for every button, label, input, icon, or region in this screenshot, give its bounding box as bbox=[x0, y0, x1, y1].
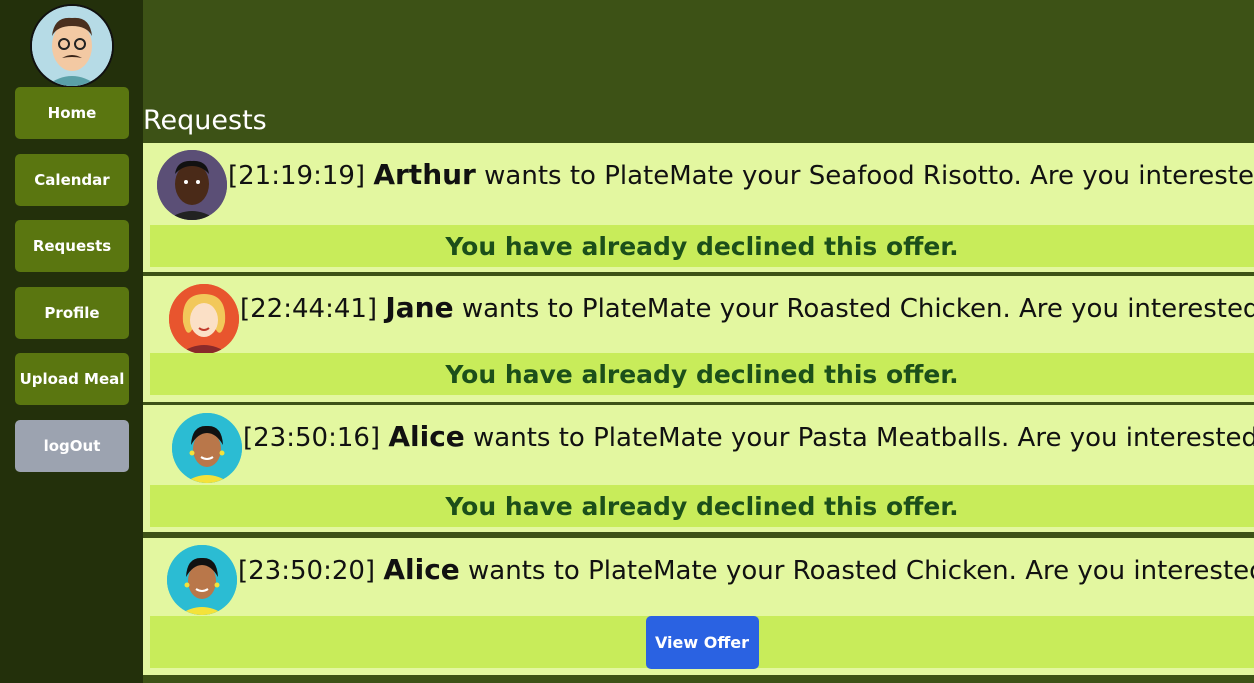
requester-avatar bbox=[172, 413, 242, 483]
declined-status: You have already declined this offer. bbox=[445, 231, 959, 261]
request-card: [23:50:20] Alice wants to PlateMate your… bbox=[143, 538, 1254, 675]
request-text: wants to PlateMate your Roasted Chicken.… bbox=[461, 294, 1254, 324]
request-text: wants to PlateMate your Pasta Meatballs.… bbox=[473, 423, 1254, 453]
request-time: [23:50:16] bbox=[243, 423, 381, 453]
sidebar: Home Calendar Requests Profile Upload Me… bbox=[0, 0, 143, 683]
nav-requests-button[interactable]: Requests bbox=[15, 220, 129, 272]
nav-upload-meal-button[interactable]: Upload Meal bbox=[15, 353, 129, 405]
request-action-bar: View Offer bbox=[150, 615, 1254, 669]
view-offer-button[interactable]: View Offer bbox=[645, 615, 759, 669]
logout-button[interactable]: logOut bbox=[15, 420, 129, 472]
requester-name: Arthur bbox=[373, 158, 476, 191]
request-message: [21:19:19] Arthur wants to PlateMate you… bbox=[228, 158, 1254, 191]
request-time: [23:50:20] bbox=[238, 556, 376, 586]
request-status-bar: You have already declined this offer. bbox=[150, 485, 1254, 527]
request-status-bar: You have already declined this offer. bbox=[150, 225, 1254, 267]
page-title: Requests bbox=[143, 105, 267, 136]
requester-name: Alice bbox=[383, 553, 460, 586]
requester-avatar bbox=[169, 284, 239, 354]
request-message: [23:50:20] Alice wants to PlateMate your… bbox=[238, 553, 1254, 586]
request-time: [22:44:41] bbox=[240, 294, 378, 324]
nav-calendar-button[interactable]: Calendar bbox=[15, 154, 129, 206]
request-card: [23:50:16] Alice wants to PlateMate your… bbox=[143, 405, 1254, 532]
request-message: [23:50:16] Alice wants to PlateMate your… bbox=[243, 420, 1254, 453]
request-card: [22:44:41] Jane wants to PlateMate your … bbox=[143, 276, 1254, 402]
nav-home-button[interactable]: Home bbox=[15, 87, 129, 139]
request-time: [21:19:19] bbox=[228, 161, 366, 191]
request-status-bar: You have already declined this offer. bbox=[150, 353, 1254, 395]
requester-name: Alice bbox=[388, 420, 465, 453]
requester-name: Jane bbox=[385, 291, 454, 324]
nav-profile-button[interactable]: Profile bbox=[15, 287, 129, 339]
request-text: wants to PlateMate your Roasted Chicken.… bbox=[468, 556, 1254, 586]
requester-avatar bbox=[157, 150, 227, 220]
user-avatar[interactable] bbox=[30, 4, 114, 88]
request-text: wants to PlateMate your Seafood Risotto.… bbox=[484, 161, 1254, 191]
request-message: [22:44:41] Jane wants to PlateMate your … bbox=[240, 291, 1254, 324]
request-card: [21:19:19] Arthur wants to PlateMate you… bbox=[143, 143, 1254, 272]
requester-avatar bbox=[167, 545, 237, 615]
declined-status: You have already declined this offer. bbox=[445, 359, 959, 389]
declined-status: You have already declined this offer. bbox=[445, 491, 959, 521]
